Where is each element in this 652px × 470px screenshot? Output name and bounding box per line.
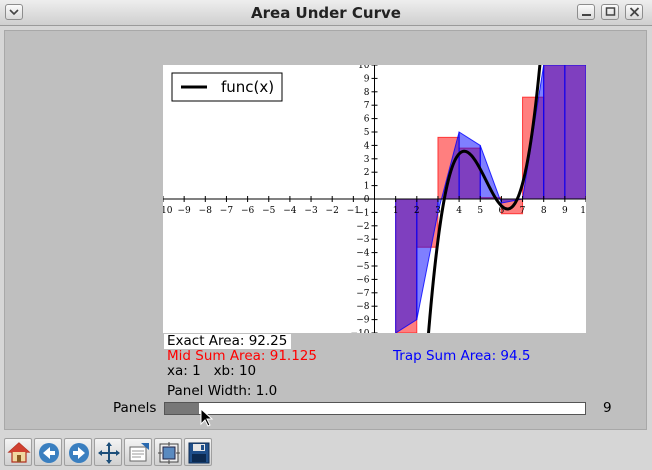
exact-area-label: Exact Area: 92.25 <box>164 334 292 349</box>
xa-xb-label: xa: 1 xb: 10 <box>167 363 257 379</box>
forward-button[interactable] <box>64 438 92 466</box>
x-tick-label: 10 <box>580 206 586 216</box>
y-tick-label: −5 <box>356 262 370 272</box>
home-button[interactable] <box>4 438 32 466</box>
y-tick-label: 9 <box>364 74 370 84</box>
minimize-button[interactable] <box>577 4 595 20</box>
trap-sum-trapezoid <box>543 65 566 200</box>
x-tick-label: 2 <box>414 206 420 216</box>
x-tick-label: −3 <box>304 206 318 216</box>
save-button[interactable] <box>184 438 212 466</box>
x-tick-label: −9 <box>178 206 192 216</box>
minimize-icon <box>582 14 591 16</box>
y-tick-label: −6 <box>356 275 370 285</box>
y-tick-label: −8 <box>356 302 370 312</box>
x-tick-label: 7 <box>520 206 526 216</box>
panels-slider-label: Panels <box>113 400 157 416</box>
window-titlebar: Area Under Curve <box>0 0 652 26</box>
close-icon <box>629 7 640 17</box>
y-tick-label: 7 <box>364 101 370 111</box>
maximize-icon <box>605 7 616 16</box>
legend-label: func(x) <box>221 78 274 96</box>
close-button[interactable] <box>625 4 643 20</box>
window-title: Area Under Curve <box>251 4 401 22</box>
pan-icon <box>98 442 120 464</box>
y-tick-label: 6 <box>364 115 370 125</box>
x-tick-label: −7 <box>220 206 234 216</box>
subplots-button[interactable] <box>154 438 182 466</box>
mid-sum-area-label: Mid Sum Area: 91.125 <box>167 348 317 364</box>
panels-slider-value: 9 <box>603 400 612 416</box>
y-tick-label: 1 <box>364 182 370 192</box>
x-tick-label: 9 <box>562 206 568 216</box>
trap-sum-area-label: Trap Sum Area: 94.5 <box>393 348 531 364</box>
x-tick-label: −4 <box>283 206 297 216</box>
x-tick-label: 4 <box>456 206 462 216</box>
trap-sum-trapezoid <box>564 65 586 200</box>
save-icon <box>188 442 210 464</box>
panels-slider[interactable] <box>164 402 586 415</box>
pan-button[interactable] <box>94 438 122 466</box>
plot-legend: func(x) <box>171 72 283 102</box>
forward-icon <box>69 443 89 463</box>
x-tick-label: −2 <box>326 206 339 216</box>
y-tick-label: −9 <box>356 316 370 326</box>
y-tick-label: −2 <box>356 222 369 232</box>
y-tick-label: 0 <box>364 195 370 205</box>
panels-slider-fill[interactable] <box>165 403 199 414</box>
zoom-button[interactable] <box>124 438 152 466</box>
x-tick-label: 5 <box>477 206 483 216</box>
y-tick-label: −1 <box>356 208 369 218</box>
y-tick-label: 8 <box>364 88 370 98</box>
mouse-cursor-icon <box>200 408 214 427</box>
y-tick-label: 10 <box>358 65 370 71</box>
subplots-icon <box>158 442 180 464</box>
back-button[interactable] <box>34 438 62 466</box>
y-tick-label: 4 <box>364 141 370 151</box>
x-tick-label: −6 <box>241 206 255 216</box>
area-plot[interactable]: −10−9−8−7−6−5−4−3−2−112345678910−10−9−8−… <box>163 65 586 333</box>
x-tick-label: −8 <box>199 206 213 216</box>
y-tick-label: −10 <box>351 329 370 333</box>
y-tick-label: −4 <box>356 249 370 259</box>
y-tick-label: 3 <box>364 155 370 165</box>
x-tick-label: −5 <box>262 206 276 216</box>
home-icon <box>7 442 31 463</box>
y-tick-label: 5 <box>364 128 370 138</box>
trap-sum-trapezoid <box>395 198 418 333</box>
x-tick-label: −10 <box>163 206 173 216</box>
x-tick-label: 8 <box>541 206 547 216</box>
navigation-toolbar <box>0 434 652 470</box>
y-tick-label: −7 <box>356 289 370 299</box>
y-tick-label: 2 <box>364 168 370 178</box>
back-icon <box>39 443 59 463</box>
maximize-button[interactable] <box>601 4 619 20</box>
panel-width-label: Panel Width: 1.0 <box>167 383 278 399</box>
zoom-icon <box>129 443 149 462</box>
x-tick-label: 1 <box>393 206 399 216</box>
y-tick-label: −3 <box>356 235 370 245</box>
